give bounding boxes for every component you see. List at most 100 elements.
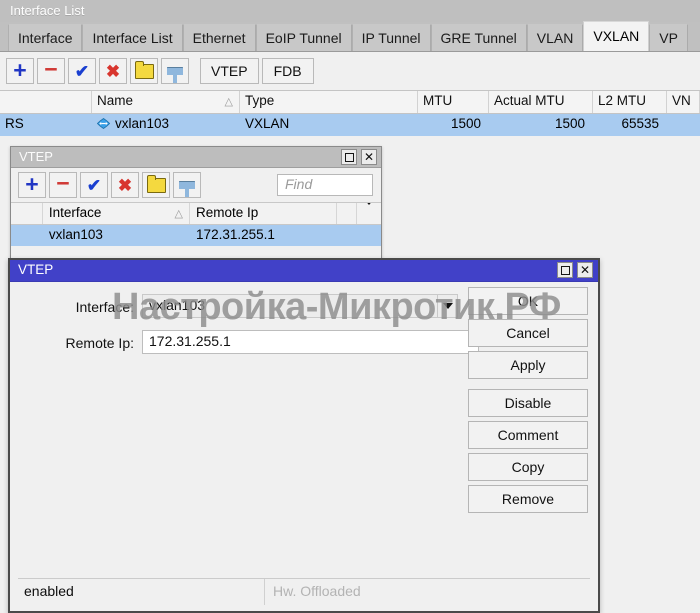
vtep-list-titlebar[interactable]: VTEP ✕ (11, 147, 381, 168)
cross-icon: ✖ (105, 61, 121, 81)
vtep-comment-button[interactable] (142, 172, 170, 198)
chevron-down-icon (363, 203, 376, 220)
vtep-cell-remote-ip: 172.31.255.1 (196, 227, 275, 242)
vtep-dialog-title: VTEP (18, 262, 54, 277)
remove-button[interactable]: − (37, 58, 65, 84)
tab-ip-tunnel[interactable]: IP Tunnel (351, 24, 431, 51)
enable-button[interactable]: ✔ (68, 58, 96, 84)
filter-icon (167, 67, 183, 83)
cross-icon: ✖ (117, 175, 133, 195)
vtep-button[interactable]: VTEP (200, 58, 259, 84)
remote-ip-input[interactable]: 172.31.255.1 (142, 330, 479, 354)
main-window-title: Interface List (10, 3, 85, 18)
vtep-add-button[interactable]: + (18, 172, 46, 198)
main-toolbar: + − ✔ ✖ VTEP FDB (0, 52, 700, 90)
vtep-cell-flags (11, 225, 43, 246)
maximize-icon[interactable] (557, 262, 573, 278)
plus-icon: + (13, 56, 27, 83)
remove-button[interactable]: Remove (468, 485, 588, 513)
vtep-disable-button[interactable]: ✖ (111, 172, 139, 198)
column-header-vni[interactable]: VN (667, 91, 700, 113)
column-header-type[interactable]: Type (240, 91, 418, 113)
vtep-column-header-remote-ip[interactable]: Remote Ip (190, 203, 338, 224)
maximize-icon[interactable] (341, 149, 357, 165)
vtep-dialog-titlebar[interactable]: VTEP ✕ (10, 260, 598, 282)
cell-type: VXLAN (245, 116, 290, 131)
interface-label: Interface: (75, 299, 134, 315)
tab-eoip-tunnel[interactable]: EoIP Tunnel (255, 24, 352, 51)
cell-l2-mtu: 65535 (621, 116, 659, 131)
comment-button[interactable] (130, 58, 158, 84)
fdb-button[interactable]: FDB (261, 58, 314, 84)
close-icon[interactable]: ✕ (361, 149, 377, 165)
tab-vxlan[interactable]: VXLAN (583, 21, 650, 51)
vtep-cell-spacer (337, 225, 381, 246)
tab-interface[interactable]: Interface (8, 24, 83, 51)
chevron-down-icon (442, 303, 453, 309)
add-button[interactable]: + (6, 58, 34, 84)
tabstrip: Interface Interface List Ethernet EoIP T… (0, 21, 700, 52)
column-header-mtu[interactable]: MTU (418, 91, 489, 113)
vtep-remove-button[interactable]: − (49, 172, 77, 198)
status-hw-offloaded: Hw. Offloaded (273, 583, 361, 599)
column-header-name-label: Name (97, 93, 134, 108)
disable-button[interactable]: Disable (468, 389, 588, 417)
minus-icon: − (44, 56, 58, 82)
cell-flags: RS (5, 116, 24, 131)
interface-dropdown-button[interactable] (437, 294, 458, 318)
sort-ascending-icon: △ (174, 208, 184, 220)
filter-button[interactable] (161, 58, 189, 84)
sort-ascending-icon: △ (224, 96, 233, 108)
column-header-l2-mtu[interactable]: L2 MTU (593, 91, 667, 113)
vtep-enable-button[interactable]: ✔ (80, 172, 108, 198)
tab-gre-tunnel[interactable]: GRE Tunnel (430, 24, 527, 51)
cell-name-label: vxlan103 (115, 116, 170, 131)
vtep-column-header-flags[interactable] (11, 203, 43, 224)
filter-icon (179, 181, 195, 197)
interface-input[interactable]: vxlan103 (142, 294, 458, 318)
check-icon: ✔ (74, 61, 90, 81)
column-header-flags[interactable] (0, 91, 92, 113)
close-icon[interactable]: ✕ (577, 262, 593, 278)
vtep-column-header-interface[interactable]: Interface △ (43, 203, 191, 224)
tab-vlan[interactable]: VLAN (526, 24, 584, 51)
vtep-cell-interface: vxlan103 (48, 227, 103, 242)
tab-interface-list[interactable]: Interface List (82, 24, 183, 51)
search-input[interactable]: Find (277, 174, 373, 196)
vtep-dialog-buttons: OK Cancel Apply Disable Comment Copy Rem… (468, 287, 588, 517)
tab-ethernet[interactable]: Ethernet (182, 24, 256, 51)
ok-button[interactable]: OK (468, 287, 588, 315)
check-icon: ✔ (86, 175, 102, 195)
cell-mtu: 1500 (450, 116, 481, 131)
column-header-name[interactable]: Name △ (92, 91, 240, 113)
table-row[interactable]: RS vxlan103 VXLAN 1500 1500 65535 (0, 114, 700, 136)
vtep-dialog-statusbar: enabled Hw. Offloaded (18, 578, 590, 605)
vxlan-interface-icon (97, 118, 110, 129)
remote-ip-label: Remote Ip: (65, 335, 134, 351)
copy-button[interactable]: Copy (468, 453, 588, 481)
status-enabled: enabled (18, 579, 265, 605)
vtep-list-title: VTEP (19, 149, 53, 164)
plus-icon: + (25, 170, 39, 197)
main-window-titlebar: Interface List (0, 0, 700, 23)
table-header-row: Name △ Type MTU Actual MTU L2 MTU VN (0, 90, 700, 114)
interface-table: Name △ Type MTU Actual MTU L2 MTU VN RS … (0, 90, 700, 136)
folder-icon (134, 60, 154, 79)
vtep-table-header-row: Interface △ Remote Ip (11, 202, 381, 225)
minus-icon: − (56, 170, 70, 196)
apply-button[interactable]: Apply (468, 351, 588, 379)
folder-icon (146, 174, 166, 193)
disable-button[interactable]: ✖ (99, 58, 127, 84)
column-menu-button[interactable] (357, 203, 381, 224)
vtep-column-header-spacer (337, 203, 358, 224)
vtep-filter-button[interactable] (173, 172, 201, 198)
vtep-list-toolbar: + − ✔ ✖ Find (11, 168, 381, 202)
column-header-actual-mtu[interactable]: Actual MTU (489, 91, 593, 113)
tab-vpls[interactable]: VP (649, 24, 688, 51)
cell-name: vxlan103 (92, 114, 240, 136)
comment-button[interactable]: Comment (468, 421, 588, 449)
cancel-button[interactable]: Cancel (468, 319, 588, 347)
cell-vni (667, 114, 700, 136)
vtep-table-row[interactable]: vxlan103 172.31.255.1 (11, 225, 381, 246)
cell-actual-mtu: 1500 (554, 116, 585, 131)
